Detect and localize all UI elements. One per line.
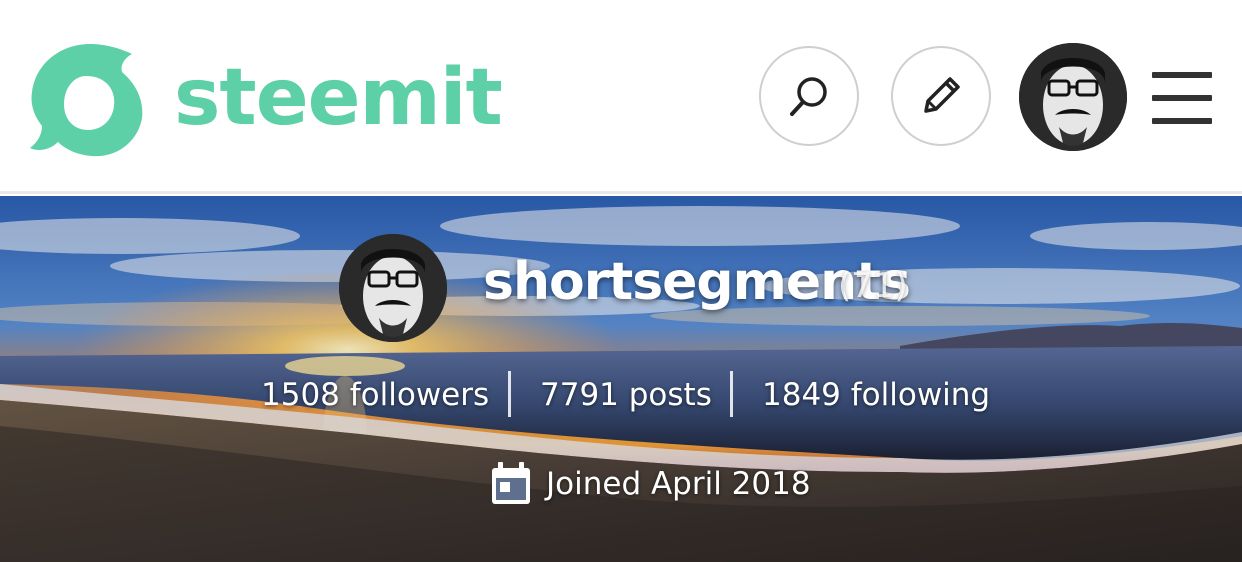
search-icon: [790, 77, 827, 116]
profile-avatar: [339, 234, 447, 342]
avatar-photo: [1019, 43, 1127, 151]
profile-stats: 1508 followers 7791 posts 1849 following: [0, 367, 1242, 423]
following-link[interactable]: 1849 following: [762, 367, 990, 423]
write-post-button[interactable]: [891, 46, 991, 146]
user-avatar[interactable]: [1019, 43, 1127, 151]
posts-link[interactable]: 7791 posts: [540, 367, 712, 423]
stats-divider: [730, 371, 733, 417]
search-button[interactable]: [759, 46, 859, 146]
pencil-icon: [924, 77, 960, 113]
top-navbar: steemit: [0, 0, 1242, 194]
profile-cover-image: shortsegments (71) 1508 followers 7791 p…: [0, 196, 1242, 562]
calendar-icon: [492, 462, 530, 504]
joined-date: Joined April 2018: [490, 458, 811, 510]
steemit-logo-icon[interactable]: [28, 42, 144, 158]
followers-link[interactable]: 1508 followers: [261, 367, 489, 423]
joined-text: Joined April 2018: [546, 466, 811, 502]
reputation-score: (71): [838, 266, 908, 306]
stats-divider: [508, 371, 511, 417]
hamburger-menu-icon[interactable]: [1150, 72, 1214, 124]
steemit-wordmark[interactable]: steemit: [174, 50, 503, 146]
profile-avatar-photo: [339, 234, 447, 342]
